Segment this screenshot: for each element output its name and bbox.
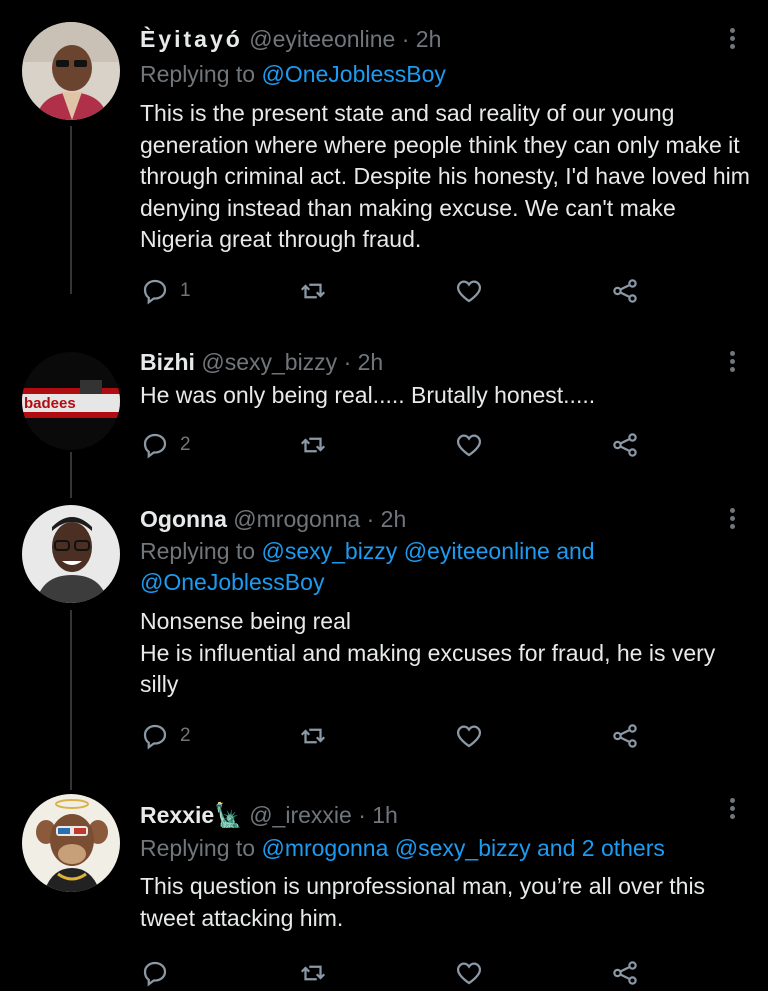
tweet[interactable]: Èyitayó @eyiteeonline · 2h Replying to @… <box>0 0 768 330</box>
avatar-image <box>22 505 120 603</box>
replying-label: Replying to <box>140 538 256 564</box>
replying-to: Replying to @mrogonna @sexy_bizzy and 2 … <box>140 833 740 864</box>
avatar-image <box>22 22 120 120</box>
reply-count: 1 <box>180 280 191 301</box>
timestamp[interactable]: 1h <box>372 802 398 828</box>
reply-count: 2 <box>180 725 191 746</box>
more-icon[interactable] <box>725 508 739 532</box>
tweet-text: This question is unprofessional man, you… <box>140 873 706 931</box>
separator: · <box>343 349 352 375</box>
separator: · <box>401 26 410 52</box>
reply-button[interactable]: 2 <box>140 427 191 463</box>
avatar[interactable] <box>22 22 120 120</box>
reply-icon <box>143 961 167 987</box>
replying-to: Replying to @sexy_bizzy @eyiteeonline an… <box>140 536 740 598</box>
timestamp[interactable]: 2h <box>358 349 384 375</box>
like-icon <box>456 962 482 985</box>
statue-of-liberty-icon: 🗽 <box>214 802 243 828</box>
avatar-image <box>22 794 120 892</box>
display-name[interactable]: Èyitayó <box>140 26 243 52</box>
mention-link[interactable]: @mrogonna @sexy_bizzy and 2 others <box>261 835 664 861</box>
retweet-icon <box>300 728 326 744</box>
share-icon <box>613 724 637 748</box>
display-name[interactable]: Rexxie <box>140 802 214 828</box>
like-icon <box>456 434 482 457</box>
like-button[interactable] <box>454 427 484 463</box>
avatar[interactable] <box>22 794 120 892</box>
tweet-header: Ogonna @mrogonna · 2h <box>140 505 406 533</box>
separator: · <box>366 506 375 532</box>
display-name[interactable]: Bizhi <box>140 349 195 375</box>
replying-to: Replying to @OneJoblessBoy <box>140 59 740 90</box>
retweet-icon <box>300 965 326 981</box>
tweet[interactable]: Rexxie🗽 @_irexxie · 1h Replying to @mrog… <box>0 790 768 988</box>
like-icon <box>456 280 482 303</box>
like-icon <box>456 725 482 748</box>
retweet-icon <box>300 437 326 453</box>
tweet[interactable]: Ogonna @mrogonna · 2h Replying to @sexy_… <box>0 490 768 790</box>
more-icon[interactable] <box>725 798 739 822</box>
mention-link[interactable]: @OneJoblessBoy <box>261 61 445 87</box>
reply-icon <box>143 279 167 305</box>
tweet-text: Nonsense being real He is influential an… <box>140 608 716 697</box>
like-button[interactable] <box>454 718 484 754</box>
handle[interactable]: @sexy_bizzy <box>201 349 337 375</box>
retweet-button[interactable] <box>298 718 328 754</box>
tweet-actions: 2 <box>140 718 660 754</box>
share-button[interactable] <box>610 273 640 309</box>
tweet-header: Rexxie🗽 @_irexxie · 1h <box>140 801 398 829</box>
tweet-actions <box>140 955 660 991</box>
avatar-text: badees <box>24 395 76 412</box>
share-button[interactable] <box>610 718 640 754</box>
like-button[interactable] <box>454 955 484 991</box>
tweet-actions: 2 <box>140 427 660 463</box>
handle[interactable]: @mrogonna <box>233 506 360 532</box>
tweet-actions: 1 <box>140 273 660 309</box>
share-button[interactable] <box>610 427 640 463</box>
handle[interactable]: @eyiteeonline <box>249 26 395 52</box>
reply-count: 2 <box>180 434 191 455</box>
tweet[interactable]: badees Bizhi @sexy_bizzy · 2h He was onl… <box>0 330 768 490</box>
reply-icon <box>143 433 167 459</box>
avatar-image: badees <box>22 352 120 450</box>
reply-icon <box>143 724 167 750</box>
tweet-header: Bizhi @sexy_bizzy · 2h <box>140 348 383 376</box>
timestamp[interactable]: 2h <box>381 506 407 532</box>
like-button[interactable] <box>454 273 484 309</box>
share-icon <box>613 279 637 303</box>
handle[interactable]: @_irexxie <box>249 802 352 828</box>
more-icon[interactable] <box>725 351 739 375</box>
reply-button[interactable] <box>140 955 180 991</box>
more-icon[interactable] <box>725 28 739 52</box>
display-name[interactable]: Ogonna <box>140 506 227 532</box>
retweet-button[interactable] <box>298 273 328 309</box>
reply-button[interactable]: 2 <box>140 718 191 754</box>
replying-label: Replying to <box>140 835 256 861</box>
reply-button[interactable]: 1 <box>140 273 191 309</box>
retweet-button[interactable] <box>298 427 328 463</box>
tweet-text: This is the present state and sad realit… <box>140 100 750 252</box>
tweet-header: Èyitayó @eyiteeonline · 2h <box>140 25 441 53</box>
tweet-text: He was only being real..... Brutally hon… <box>140 382 596 408</box>
replying-label: Replying to <box>140 61 256 87</box>
share-button[interactable] <box>610 955 640 991</box>
separator: · <box>358 802 366 828</box>
avatar[interactable]: badees <box>22 352 120 450</box>
share-icon <box>613 433 637 457</box>
share-icon <box>613 961 637 985</box>
retweet-icon <box>300 283 326 299</box>
timestamp[interactable]: 2h <box>416 26 442 52</box>
avatar[interactable] <box>22 505 120 603</box>
retweet-button[interactable] <box>298 955 328 991</box>
